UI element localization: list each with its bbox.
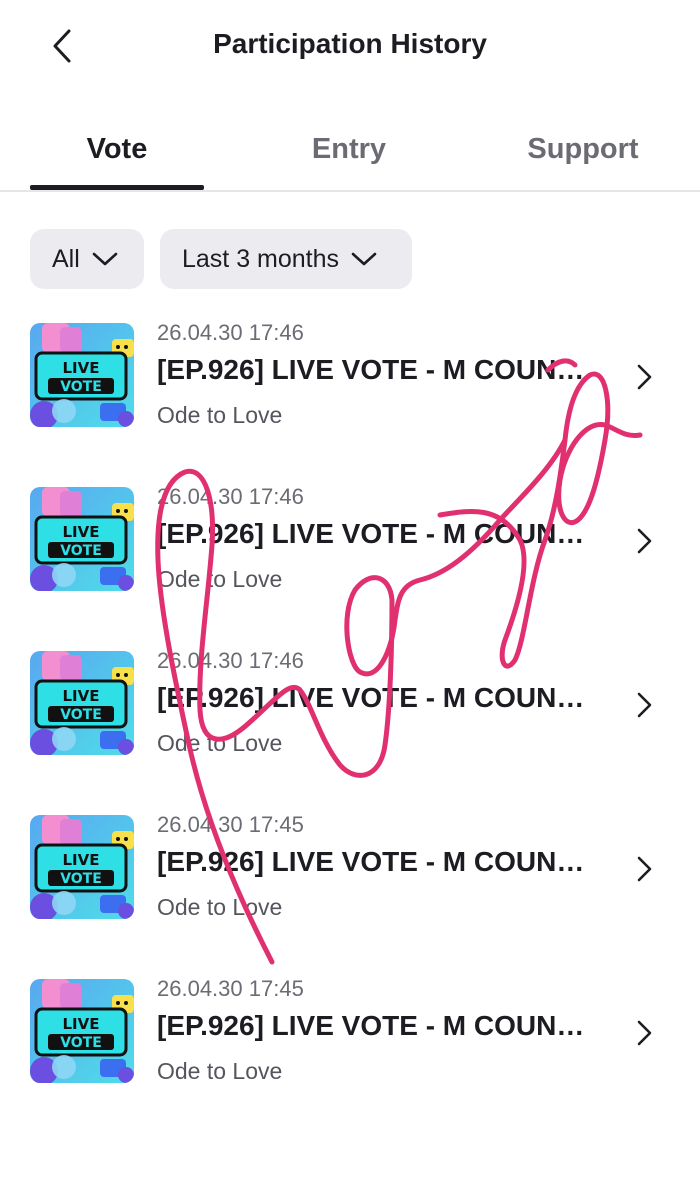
chevron-down-icon — [351, 252, 377, 266]
vote-thumbnail: LIVE VOTE — [30, 323, 134, 427]
voted-song: Ode to Love — [157, 402, 283, 428]
category-filter-dropdown[interactable]: All — [30, 229, 144, 289]
voted-song: Ode to Love — [157, 894, 283, 920]
chevron-right-icon — [637, 364, 652, 390]
voted-song: Ode to Love — [157, 730, 283, 756]
participation-list: LIVE VOTE 26.04.30 17:46 [EP.926] LIVE V… — [0, 310, 700, 1130]
list-item[interactable]: LIVE VOTE 26.04.30 17:46 [EP.926] LIVE V… — [0, 310, 700, 474]
app-header: Participation History — [0, 0, 700, 92]
vote-title: [EP.926] LIVE VOTE - M COUNTDOWN — [157, 354, 587, 385]
svg-text:VOTE: VOTE — [60, 1035, 102, 1051]
tab-bar: Vote Entry Support — [0, 108, 700, 192]
list-item[interactable]: LIVE VOTE 26.04.30 17:45 [EP.926] LIVE V… — [0, 802, 700, 966]
active-tab-indicator — [30, 185, 204, 190]
svg-text:LIVE: LIVE — [63, 1015, 100, 1033]
chevron-right-icon — [637, 856, 652, 882]
chevron-right-icon — [637, 1020, 652, 1046]
voted-song: Ode to Love — [157, 566, 283, 592]
vote-thumbnail: LIVE VOTE — [30, 979, 134, 1083]
tab-support[interactable]: Support — [498, 108, 668, 190]
category-filter-label: All — [52, 244, 80, 273]
vote-thumbnail: LIVE VOTE — [30, 651, 134, 755]
svg-text:LIVE: LIVE — [63, 523, 100, 541]
list-item[interactable]: LIVE VOTE 26.04.30 17:45 [EP.926] LIVE V… — [0, 966, 700, 1130]
list-item[interactable]: LIVE VOTE 26.04.30 17:46 [EP.926] LIVE V… — [0, 474, 700, 638]
page-title: Participation History — [213, 28, 487, 59]
participation-date: 26.04.30 17:46 — [157, 320, 304, 345]
vote-title: [EP.926] LIVE VOTE - M COUNTDOWN — [157, 682, 587, 713]
period-filter-label: Last 3 months — [182, 244, 340, 273]
period-filter-dropdown[interactable]: Last 3 months — [160, 229, 412, 289]
vote-title: [EP.926] LIVE VOTE - M COUNTDOWN — [157, 518, 587, 549]
svg-text:LIVE: LIVE — [63, 687, 100, 705]
participation-date: 26.04.30 17:46 — [157, 648, 304, 673]
list-item[interactable]: LIVE VOTE 26.04.30 17:46 [EP.926] LIVE V… — [0, 638, 700, 802]
participation-date: 26.04.30 17:45 — [157, 812, 304, 837]
voted-song: Ode to Love — [157, 1058, 283, 1084]
vote-title: [EP.926] LIVE VOTE - M COUNTDOWN — [157, 1010, 587, 1041]
vote-thumbnail: LIVE VOTE — [30, 815, 134, 919]
svg-text:VOTE: VOTE — [60, 379, 102, 395]
svg-text:LIVE: LIVE — [63, 359, 100, 377]
participation-date: 26.04.30 17:46 — [157, 484, 304, 509]
svg-text:VOTE: VOTE — [60, 707, 102, 723]
tab-entry[interactable]: Entry — [264, 108, 434, 190]
svg-text:LIVE: LIVE — [63, 851, 100, 869]
chevron-down-icon — [92, 252, 118, 266]
participation-date: 26.04.30 17:45 — [157, 976, 304, 1001]
chevron-right-icon — [637, 692, 652, 718]
svg-text:VOTE: VOTE — [60, 543, 102, 559]
chevron-right-icon — [637, 528, 652, 554]
svg-text:VOTE: VOTE — [60, 871, 102, 887]
vote-thumbnail: LIVE VOTE — [30, 487, 134, 591]
tab-vote[interactable]: Vote — [30, 108, 204, 190]
vote-title: [EP.926] LIVE VOTE - M COUNTDOWN — [157, 846, 587, 877]
